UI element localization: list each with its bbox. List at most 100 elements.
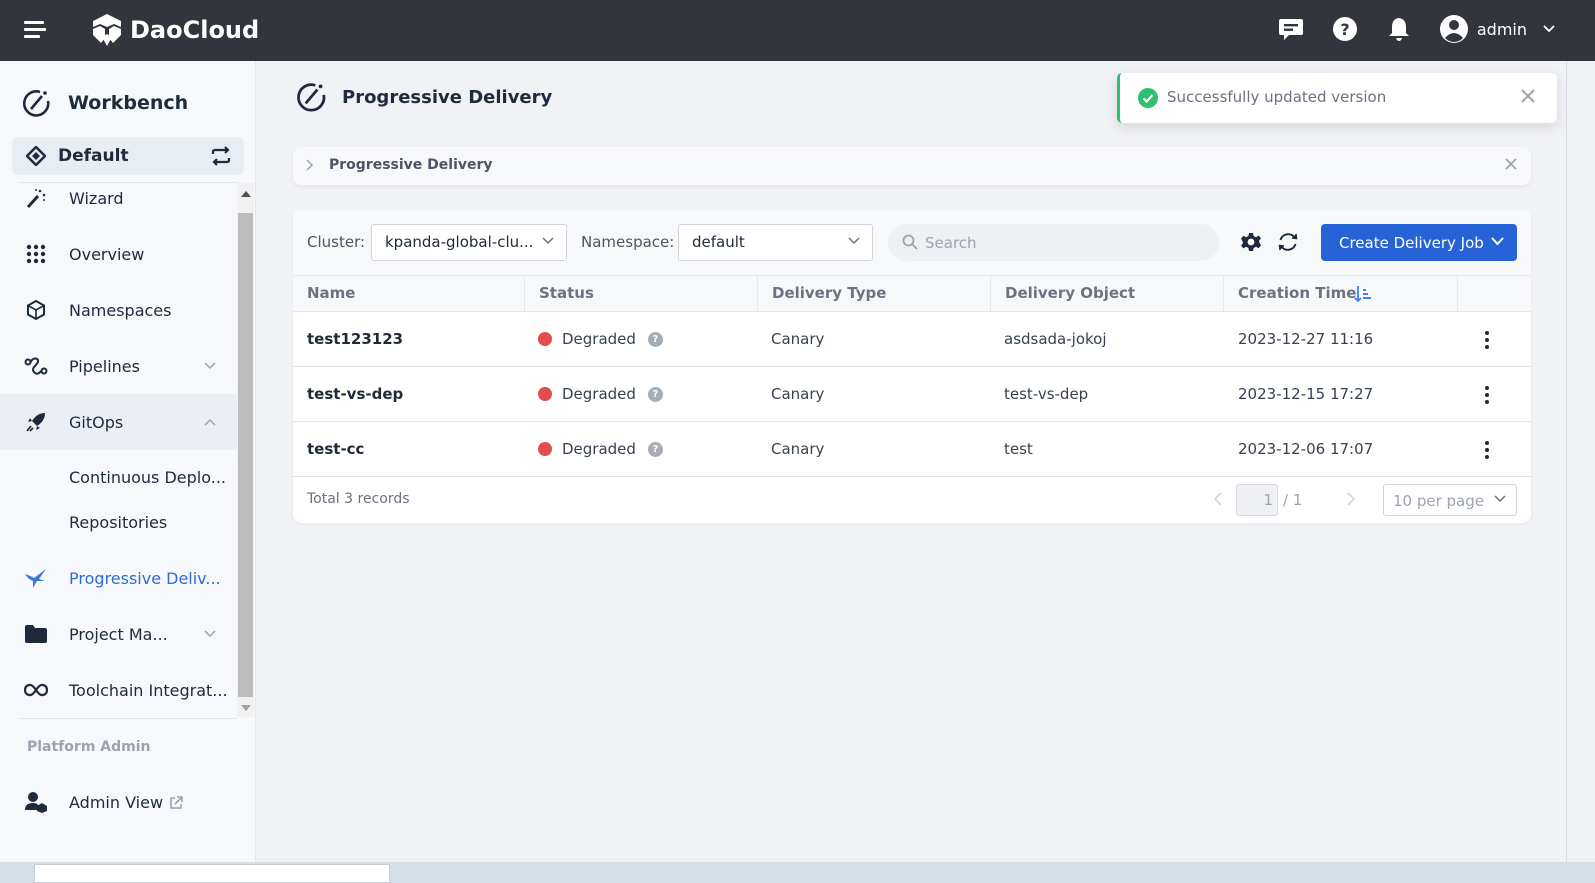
status-dot — [538, 332, 552, 346]
table-row[interactable]: test-cc Degraded ? Canary test 2023-12-0… — [293, 422, 1531, 477]
cluster-select[interactable]: kpanda-global-clu... — [371, 224, 567, 261]
rocket-icon — [24, 410, 48, 434]
nav-item-continuous-deployment[interactable]: Continuous Deplo... — [0, 456, 237, 500]
feedback-icon[interactable] — [1277, 15, 1305, 43]
top-bar: DaoCloud ? admin — [0, 0, 1595, 61]
table-footer: Total 3 records 1 / 1 10 per page — [293, 477, 1531, 523]
more-actions-icon[interactable] — [1483, 385, 1491, 405]
chevron-right-icon[interactable] — [306, 159, 314, 171]
per-page-select[interactable]: 10 per page — [1383, 484, 1517, 516]
help-tooltip-icon[interactable]: ? — [647, 331, 663, 347]
switch-icon[interactable] — [210, 146, 232, 166]
success-toast: Successfully updated version — [1117, 73, 1557, 123]
chevron-down-icon — [1494, 495, 1506, 503]
grid-dots-icon — [24, 242, 48, 266]
notification-bell-icon[interactable] — [1385, 15, 1413, 43]
help-tooltip-icon[interactable]: ? — [647, 386, 663, 402]
page-number-input[interactable]: 1 — [1236, 484, 1278, 516]
nav-item-gitops[interactable]: GitOps — [0, 394, 237, 450]
nav-item-project-management[interactable]: Project Ma... — [0, 606, 237, 662]
next-page-icon[interactable] — [1346, 491, 1356, 507]
status-dot — [538, 387, 552, 401]
namespace-label: Namespace: — [581, 233, 675, 251]
table-row[interactable]: test123123 Degraded ? Canary asdsada-jok… — [293, 312, 1531, 367]
workspace-switcher[interactable]: Default — [12, 137, 244, 175]
nav-item-progressive-delivery[interactable]: Progressive Deliv... — [0, 550, 237, 606]
search-input[interactable] — [925, 224, 1205, 261]
nav-menu: Wizard Overview Namespaces Pipelines Git… — [0, 183, 256, 718]
page-title: Progressive Delivery — [342, 86, 553, 108]
breadcrumb: Progressive Delivery — [329, 157, 493, 173]
nav-item-wizard[interactable]: Wizard — [0, 183, 237, 226]
workspace-name: Default — [58, 146, 129, 166]
search-icon — [902, 234, 918, 250]
status-dot — [538, 442, 552, 456]
check-circle-icon — [1138, 88, 1158, 108]
previous-page-icon[interactable] — [1213, 491, 1223, 507]
nav-item-overview[interactable]: Overview — [0, 226, 237, 282]
nav-item-namespaces[interactable]: Namespaces — [0, 282, 237, 338]
page-header: Progressive Delivery — [294, 80, 552, 114]
admin-view-link[interactable]: Admin View — [0, 775, 237, 831]
admin-user-icon — [24, 791, 48, 817]
cube-icon — [24, 298, 48, 322]
brand-name: DaoCloud — [130, 16, 260, 44]
scroll-down-arrow[interactable] — [241, 705, 251, 711]
status-badge: Degraded ? — [538, 440, 663, 458]
progressive-delivery-icon — [297, 83, 326, 112]
nav-item-repositories[interactable]: Repositories — [0, 501, 237, 545]
daocloud-logo-icon — [93, 14, 121, 46]
page-total: / 1 — [1283, 491, 1303, 509]
scroll-up-arrow[interactable] — [241, 191, 251, 197]
sort-descending-icon[interactable] — [1354, 285, 1372, 303]
close-icon[interactable] — [1505, 158, 1517, 170]
settings-gear-icon[interactable] — [1240, 231, 1262, 253]
menu-icon[interactable] — [24, 21, 48, 39]
pipeline-icon — [24, 354, 48, 378]
search-box[interactable] — [888, 224, 1219, 261]
sidebar: Workbench Default Wizard Overview Namesp… — [0, 61, 256, 883]
chevron-down-icon — [204, 362, 216, 370]
column-header-creation-time[interactable]: Creation Time — [1224, 276, 1458, 311]
chevron-down-icon — [848, 237, 860, 245]
user-menu[interactable]: admin — [1439, 14, 1555, 44]
workbench-icon — [22, 90, 50, 117]
table-row[interactable]: test-vs-dep Degraded ? Canary test-vs-de… — [293, 367, 1531, 422]
column-header-name[interactable]: Name — [293, 276, 525, 311]
bird-icon — [24, 566, 48, 590]
table-toolbar: Cluster: kpanda-global-clu... Namespace:… — [293, 210, 1531, 275]
external-link-icon — [170, 796, 183, 809]
sidebar-scrollbar[interactable] — [237, 183, 254, 717]
close-icon[interactable] — [1521, 89, 1535, 103]
chevron-down-icon — [1491, 237, 1504, 246]
logo[interactable]: DaoCloud — [90, 13, 259, 47]
chevron-up-icon — [204, 418, 216, 426]
folder-icon — [24, 622, 48, 646]
more-actions-icon[interactable] — [1483, 440, 1491, 460]
column-header-delivery-object[interactable]: Delivery Object — [991, 276, 1224, 311]
create-delivery-job-button[interactable]: Create Delivery Job — [1321, 224, 1517, 261]
cluster-label: Cluster: — [307, 233, 366, 251]
window-edge — [1566, 61, 1595, 862]
nav-item-toolchain-integration[interactable]: Toolchain Integrat... — [0, 662, 237, 718]
workbench-title: Workbench — [20, 87, 188, 119]
help-icon[interactable]: ? — [1331, 15, 1359, 43]
scroll-thumb[interactable] — [238, 213, 253, 697]
workspace-icon — [26, 146, 46, 166]
namespace-select[interactable]: default — [678, 224, 873, 261]
table-header: Name Status Delivery Type Delivery Objec… — [293, 275, 1531, 312]
nav-item-pipelines[interactable]: Pipelines — [0, 338, 237, 394]
delivery-jobs-table-card: Cluster: kpanda-global-clu... Namespace:… — [293, 210, 1531, 523]
column-header-status[interactable]: Status — [525, 276, 758, 311]
more-actions-icon[interactable] — [1483, 330, 1491, 350]
toast-message: Successfully updated version — [1167, 88, 1387, 106]
column-header-delivery-type[interactable]: Delivery Type — [758, 276, 991, 311]
avatar-icon — [1439, 15, 1468, 43]
taskbar-strip — [0, 862, 1595, 883]
taskbar-tab[interactable] — [34, 864, 390, 883]
help-tooltip-icon[interactable]: ? — [647, 441, 663, 457]
refresh-icon[interactable] — [1277, 231, 1299, 253]
breadcrumb-card: Progressive Delivery — [293, 147, 1531, 185]
username: admin — [1476, 19, 1527, 39]
chevron-down-icon — [542, 237, 554, 245]
